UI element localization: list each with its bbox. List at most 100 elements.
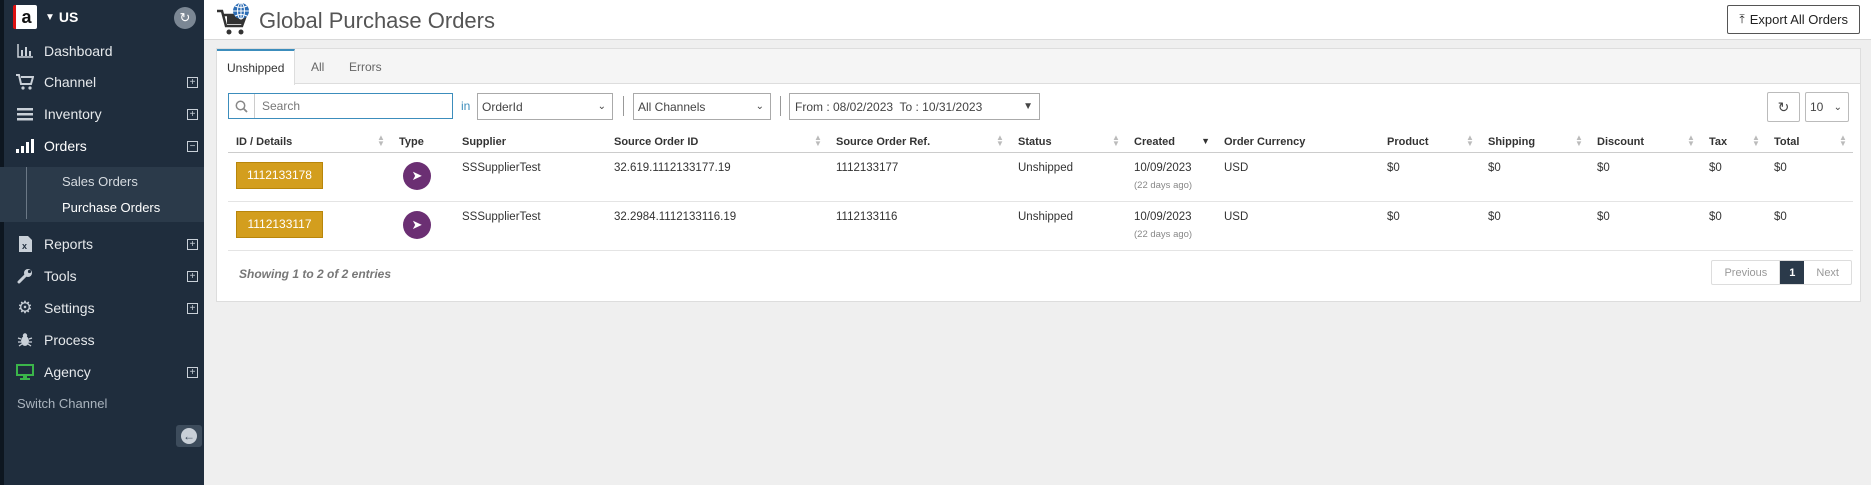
signal-bars-icon: [14, 139, 36, 153]
sidebar-item-dashboard[interactable]: Dashboard: [0, 36, 204, 66]
chevron-down-icon: ⌄: [1833, 102, 1842, 113]
cell-discount: $0: [1589, 152, 1701, 202]
sidebar-item-agency[interactable]: Agency +: [0, 357, 204, 387]
refresh-icon: ↻: [1777, 98, 1790, 115]
channel-header: a ▼ US ↻: [13, 5, 203, 29]
column-header-tax[interactable]: Tax ▲ ▼: [1701, 132, 1766, 153]
paper-plane-icon[interactable]: ➤: [403, 161, 431, 190]
sidebar-subitem-sales-orders[interactable]: Sales Orders: [62, 174, 138, 189]
cell-id: 1112133178: [228, 152, 391, 202]
cell-supplier: SSSupplierTest: [454, 201, 606, 251]
cell-type: ➤: [391, 152, 454, 202]
date-range-value: From : 08/02/2023 To : 10/31/2023: [795, 99, 983, 114]
sync-icon[interactable]: ↻: [174, 7, 196, 29]
page-1-button[interactable]: 1: [1780, 261, 1805, 284]
cell-currency: USD: [1216, 201, 1379, 251]
tab-unshipped[interactable]: Unshipped: [217, 49, 296, 85]
sort-desc-icon: ▼: [1201, 136, 1210, 146]
cell-tax: $0: [1701, 152, 1766, 202]
sort-icon: ▲ ▼: [814, 133, 822, 148]
tab-errors[interactable]: Errors: [339, 49, 392, 84]
cell-source-order-id: 32.2984.1112133116.19: [606, 201, 828, 251]
expand-icon[interactable]: +: [187, 108, 198, 120]
global-cart-icon: [216, 2, 252, 38]
monitor-icon: [14, 364, 36, 380]
tab-bar: Unshipped All Errors: [217, 49, 1860, 85]
sidebar-item-process[interactable]: Process: [0, 325, 204, 355]
sidebar-item-label: Orders: [44, 138, 87, 154]
expand-icon[interactable]: +: [187, 366, 198, 378]
region-selector[interactable]: ▼ US: [45, 9, 78, 25]
cell-product: $0: [1379, 152, 1480, 202]
collapse-icon[interactable]: −: [187, 140, 198, 152]
channel-select[interactable]: All Channels ⌄: [633, 93, 771, 120]
page-size-select[interactable]: 10 ⌄: [1805, 92, 1849, 122]
channel-select-value: All Channels: [638, 99, 706, 114]
sidebar-item-inventory[interactable]: Inventory +: [0, 99, 204, 129]
export-all-orders-button[interactable]: ⤒ Export All Orders: [1727, 5, 1860, 34]
collapse-sidebar-button[interactable]: ←: [176, 425, 202, 447]
search-input[interactable]: [262, 99, 442, 113]
sidebar-item-label: Process: [44, 332, 95, 348]
sidebar-item-label: Inventory: [44, 106, 102, 122]
chevron-down-icon: ▼: [45, 11, 55, 23]
expand-icon[interactable]: +: [187, 76, 198, 88]
chevron-down-icon: ▼: [1023, 101, 1033, 112]
sidebar-item-reports[interactable]: x Reports +: [0, 229, 204, 259]
tab-all[interactable]: All: [301, 49, 334, 84]
created-date: 10/09/2023: [1134, 161, 1192, 174]
cell-source-order-ref: 1112133116: [828, 201, 1010, 251]
column-header-created[interactable]: Created ▼: [1126, 132, 1216, 153]
column-header-source-order-ref[interactable]: Source Order Ref. ▲ ▼: [828, 132, 1010, 153]
cell-status: Unshipped: [1010, 201, 1126, 251]
column-header-shipping[interactable]: Shipping ▲ ▼: [1480, 132, 1589, 153]
expand-icon[interactable]: +: [187, 270, 198, 282]
sidebar-item-settings[interactable]: ⚙ Settings +: [0, 293, 204, 323]
cell-shipping: $0: [1480, 201, 1589, 251]
refresh-button[interactable]: ↻: [1767, 92, 1800, 122]
created-ago: (22 days ago): [1134, 228, 1193, 240]
column-label: ID / Details: [236, 135, 293, 148]
column-label: Total: [1774, 135, 1800, 148]
sidebar-subitem-purchase-orders[interactable]: Purchase Orders: [62, 200, 160, 215]
column-header-product[interactable]: Product ▲ ▼: [1379, 132, 1480, 153]
column-header-supplier: Supplier: [454, 132, 606, 153]
field-select[interactable]: OrderId ⌄: [477, 93, 613, 120]
column-header-currency: Order Currency: [1216, 132, 1379, 153]
column-header-total[interactable]: Total ▲ ▼: [1766, 132, 1853, 153]
entries-info: Showing 1 to 2 of 2 entries: [239, 267, 392, 281]
sort-icon: ▲ ▼: [1839, 133, 1847, 148]
bug-icon: [14, 332, 36, 348]
orders-panel: Unshipped All Errors in OrderId ⌄ All Ch…: [216, 48, 1861, 302]
list-icon: [14, 107, 36, 121]
column-header-id[interactable]: ID / Details ▲ ▼: [228, 132, 391, 153]
column-header-source-order-id[interactable]: Source Order ID ▲ ▼: [606, 132, 828, 153]
orders-table: ID / Details ▲ ▼ Type Supplier Source Orde…: [228, 132, 1853, 251]
order-id-button[interactable]: 1112133178: [236, 161, 323, 189]
next-page-button[interactable]: Next: [1804, 261, 1851, 284]
cell-source-order-ref: 1112133177: [828, 152, 1010, 202]
page-header: Global Purchase Orders ⤒ Export All Orde…: [204, 0, 1871, 40]
sidebar-item-orders[interactable]: Orders −: [0, 131, 204, 161]
sidebar-item-tools[interactable]: Tools +: [0, 261, 204, 291]
export-label: Export All Orders: [1749, 12, 1848, 27]
expand-icon[interactable]: +: [187, 302, 198, 314]
column-label: Type: [399, 135, 424, 148]
order-id-button[interactable]: 1112133117: [236, 210, 323, 238]
column-header-status[interactable]: Status ▲ ▼: [1010, 132, 1126, 153]
cell-supplier: SSSupplierTest: [454, 152, 606, 202]
paper-plane-icon[interactable]: ➤: [403, 210, 431, 239]
page-title: Global Purchase Orders: [259, 8, 495, 33]
column-header-discount[interactable]: Discount ▲ ▼: [1589, 132, 1701, 153]
svg-text:x: x: [22, 241, 27, 251]
chevron-down-icon: ⌄: [755, 101, 764, 112]
expand-icon[interactable]: +: [187, 238, 198, 250]
sidebar-item-label: Agency: [44, 364, 91, 380]
sidebar-item-channel[interactable]: Channel +: [0, 67, 204, 97]
switch-channel-link[interactable]: Switch Channel: [17, 396, 107, 411]
date-range-picker[interactable]: From : 08/02/2023 To : 10/31/2023 ▼: [789, 93, 1040, 120]
cell-total: $0: [1766, 152, 1853, 202]
previous-page-button[interactable]: Previous: [1712, 261, 1781, 284]
cell-total: $0: [1766, 201, 1853, 251]
amazon-logo-icon[interactable]: a: [13, 5, 37, 29]
